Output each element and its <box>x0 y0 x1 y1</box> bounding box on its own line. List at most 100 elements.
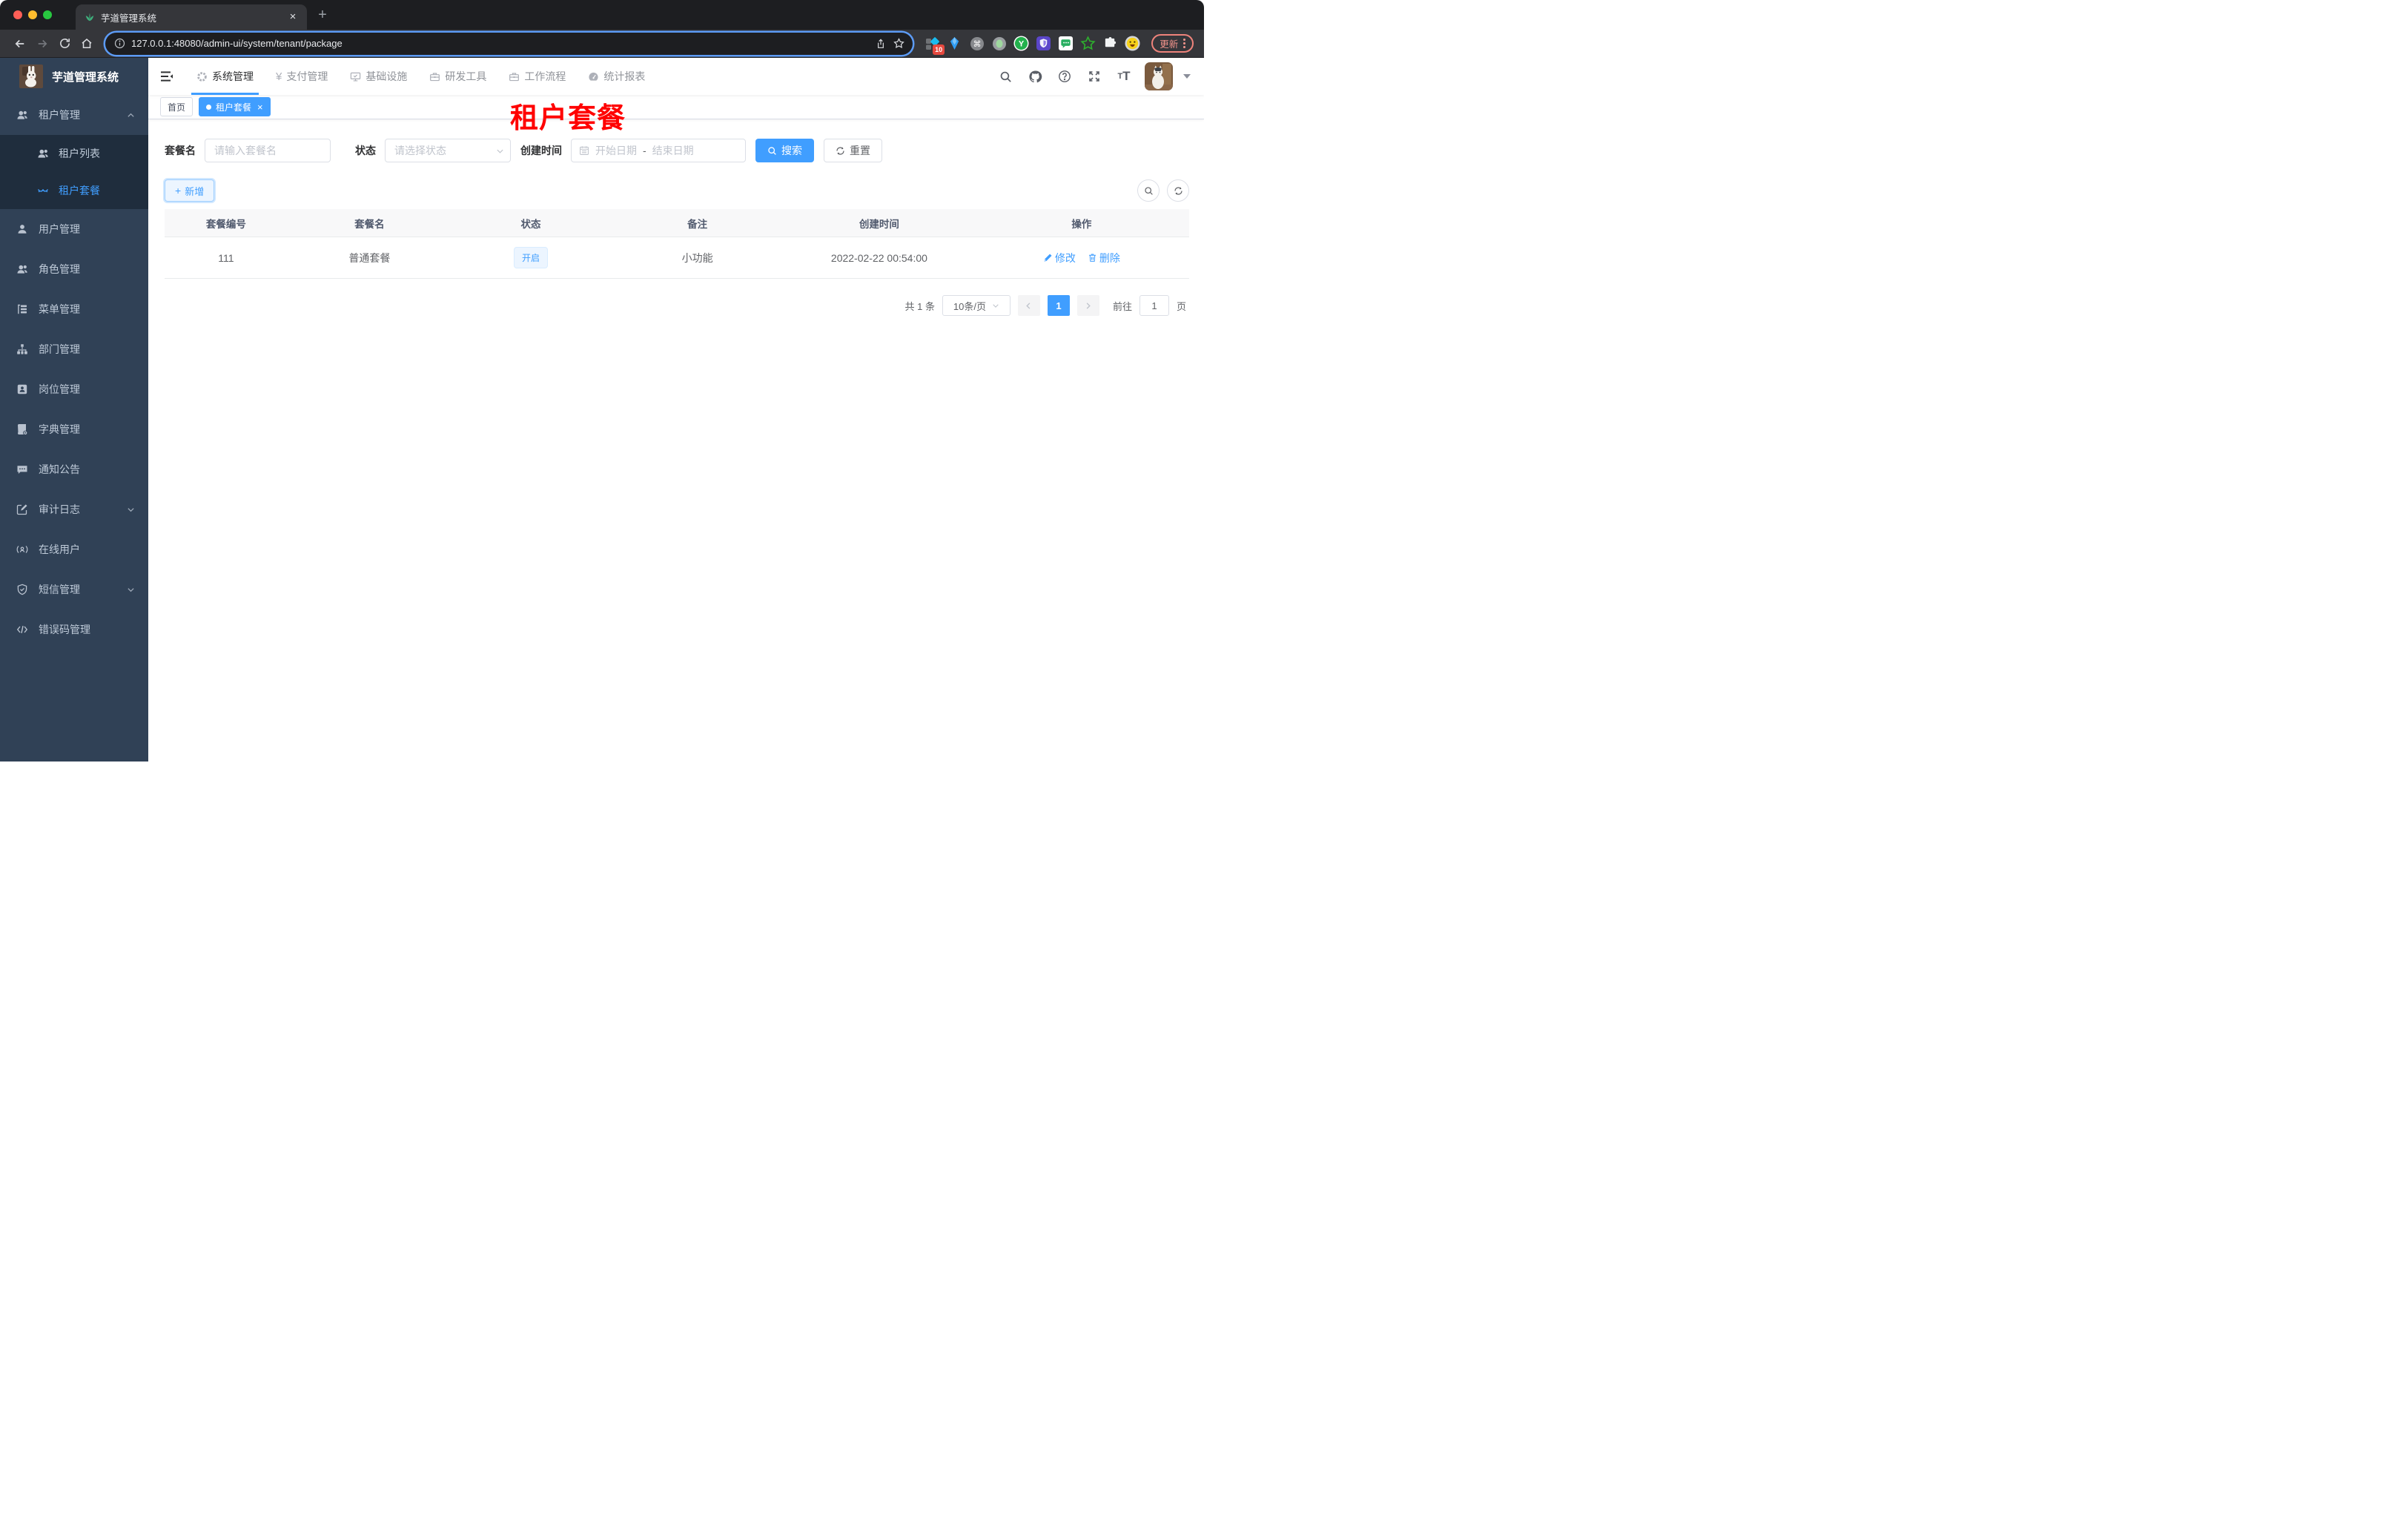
zoom-window-button[interactable] <box>43 10 52 19</box>
sidebar-item-online-users[interactable]: 在线用户 <box>0 529 148 569</box>
search-button[interactable]: 搜索 <box>755 139 814 162</box>
sidebar-item-notice[interactable]: 通知公告 <box>0 449 148 489</box>
sidebar-item-tenant-list[interactable]: 租户列表 <box>0 135 148 172</box>
filter-form: 套餐名 状态 请选择状态 创建时间 开始日期 - <box>165 139 1189 162</box>
top-nav-workflow[interactable]: 工作流程 <box>497 58 577 95</box>
sidebar-item-menu-management[interactable]: 菜单管理 <box>0 289 148 329</box>
sidebar-toggle-icon[interactable] <box>148 58 185 95</box>
edit-link-label: 修改 <box>1054 251 1076 264</box>
date-range-picker[interactable]: 开始日期 - 结束日期 <box>571 139 746 162</box>
forward-icon[interactable] <box>33 34 52 53</box>
status-select[interactable]: 请选择状态 <box>385 139 511 162</box>
url-bar[interactable]: 127.0.0.1:48080/admin-ui/system/tenant/p… <box>105 32 913 55</box>
filter-name-label: 套餐名 <box>165 145 196 156</box>
search-icon[interactable] <box>992 63 1019 90</box>
user-avatar[interactable] <box>1145 62 1173 90</box>
top-nav-dev-tools[interactable]: 研发工具 <box>418 58 497 95</box>
ext-y-icon[interactable]: Y <box>1013 36 1029 51</box>
top-nav-label: 研发工具 <box>445 70 487 82</box>
back-icon[interactable] <box>10 34 30 53</box>
sidebar-item-tenant-management[interactable]: 租户管理 <box>0 95 148 135</box>
sidebar-item-label: 租户列表 <box>59 148 100 159</box>
ext-star-icon[interactable] <box>1080 36 1096 51</box>
col-header-actions: 操作 <box>1071 218 1092 230</box>
browser-tab[interactable]: 芋道管理系统 × <box>76 4 307 30</box>
peoples-icon <box>16 263 28 275</box>
browser-update-button[interactable]: 更新 <box>1151 34 1194 53</box>
sidebar-item-error-code[interactable]: 错误码管理 <box>0 609 148 650</box>
font-size-icon[interactable]: TT <box>1111 63 1137 90</box>
trash-icon <box>1088 254 1096 262</box>
ext-command-icon[interactable]: ⌘ <box>969 36 985 51</box>
goto-page-input[interactable] <box>1139 295 1169 316</box>
cell-package-id: 111 <box>218 251 234 264</box>
github-icon[interactable] <box>1022 63 1048 90</box>
info-icon[interactable] <box>114 38 125 49</box>
code-icon <box>16 624 28 635</box>
browser-menu-kebab-icon[interactable] <box>1183 38 1185 49</box>
reset-button[interactable]: 重置 <box>824 139 882 162</box>
reload-icon[interactable] <box>55 34 74 53</box>
filter-date-label: 创建时间 <box>520 145 562 156</box>
new-tab-button[interactable]: + <box>313 6 332 25</box>
page-size-select[interactable]: 10条/页 <box>942 295 1010 316</box>
refresh-table-button[interactable] <box>1167 179 1189 202</box>
status-placeholder: 请选择状态 <box>394 145 446 156</box>
ext-gem-icon[interactable] <box>947 36 962 51</box>
ext-downloads-icon[interactable]: 10 <box>924 36 945 55</box>
page-1-button[interactable]: 1 <box>1047 295 1070 316</box>
top-nav-payment[interactable]: ¥ 支付管理 <box>265 58 339 95</box>
package-name-input[interactable] <box>214 145 321 156</box>
search-icon <box>768 146 776 155</box>
refresh-icon <box>1174 186 1182 195</box>
ext-chat-icon[interactable] <box>1058 36 1074 51</box>
ext-puzzle-icon[interactable] <box>1102 36 1118 51</box>
sidebar-item-user-management[interactable]: 用户管理 <box>0 209 148 249</box>
top-nav-label: 系统管理 <box>212 70 254 82</box>
tab-close-icon[interactable]: × <box>286 10 300 24</box>
eye-closed-icon <box>37 185 49 196</box>
top-nav-infra[interactable]: 基础设施 <box>339 58 418 95</box>
online-broadcast-icon <box>16 544 28 555</box>
fullscreen-icon[interactable] <box>1081 63 1108 90</box>
show-search-toggle-button[interactable] <box>1137 179 1160 202</box>
tag-tenant-package[interactable]: 租户套餐 × <box>199 97 271 116</box>
sidebar-item-role-management[interactable]: 角色管理 <box>0 249 148 289</box>
sidebar-item-audit-log[interactable]: 审计日志 <box>0 489 148 529</box>
next-page-button[interactable] <box>1076 295 1099 316</box>
sidebar-item-tenant-package[interactable]: 租户套餐 <box>0 172 148 209</box>
tag-label: 首页 <box>168 102 186 113</box>
top-nav-label: 工作流程 <box>524 70 566 82</box>
tag-close-icon[interactable]: × <box>257 102 263 112</box>
share-icon[interactable] <box>875 38 887 50</box>
chevron-down-icon <box>127 506 135 514</box>
delete-link[interactable]: 删除 <box>1088 251 1120 265</box>
top-nav-system[interactable]: 系统管理 <box>185 58 265 95</box>
sidebar-item-dict-management[interactable]: 字典管理 <box>0 409 148 449</box>
bookmark-star-icon[interactable] <box>893 37 905 50</box>
tag-home[interactable]: 首页 <box>160 97 194 116</box>
minimize-window-button[interactable] <box>28 10 37 19</box>
app-title: 芋道管理系统 <box>52 70 119 84</box>
sidebar-item-sms-management[interactable]: 短信管理 <box>0 569 148 609</box>
top-nav-report[interactable]: 统计报表 <box>577 58 656 95</box>
sidebar-item-post-management[interactable]: 岗位管理 <box>0 369 148 409</box>
avatar-caret-icon[interactable] <box>1183 74 1191 79</box>
page-size-value: 10条/页 <box>953 300 986 312</box>
help-icon[interactable] <box>1051 63 1078 90</box>
ext-recorder-icon[interactable] <box>991 36 1007 51</box>
tag-label: 租户套餐 <box>216 102 252 113</box>
url-text: 127.0.0.1:48080/admin-ui/system/tenant/p… <box>131 38 343 49</box>
home-icon[interactable] <box>77 34 96 53</box>
sidebar-item-label: 岗位管理 <box>39 383 80 395</box>
prev-page-button[interactable] <box>1017 295 1040 316</box>
add-button[interactable]: + 新增 <box>165 179 215 202</box>
edit-link[interactable]: 修改 <box>1043 251 1076 265</box>
profile-avatar[interactable] <box>1125 36 1140 51</box>
top-nav: 系统管理 ¥ 支付管理 基础设施 研发工具 工作流程 统计报表 <box>185 58 656 95</box>
close-window-button[interactable] <box>13 10 22 19</box>
ext-shield-icon[interactable] <box>1036 36 1051 51</box>
sidebar-logo[interactable]: 芋道管理系统 <box>0 58 148 95</box>
update-label: 更新 <box>1160 39 1179 50</box>
sidebar-item-dept-management[interactable]: 部门管理 <box>0 329 148 369</box>
